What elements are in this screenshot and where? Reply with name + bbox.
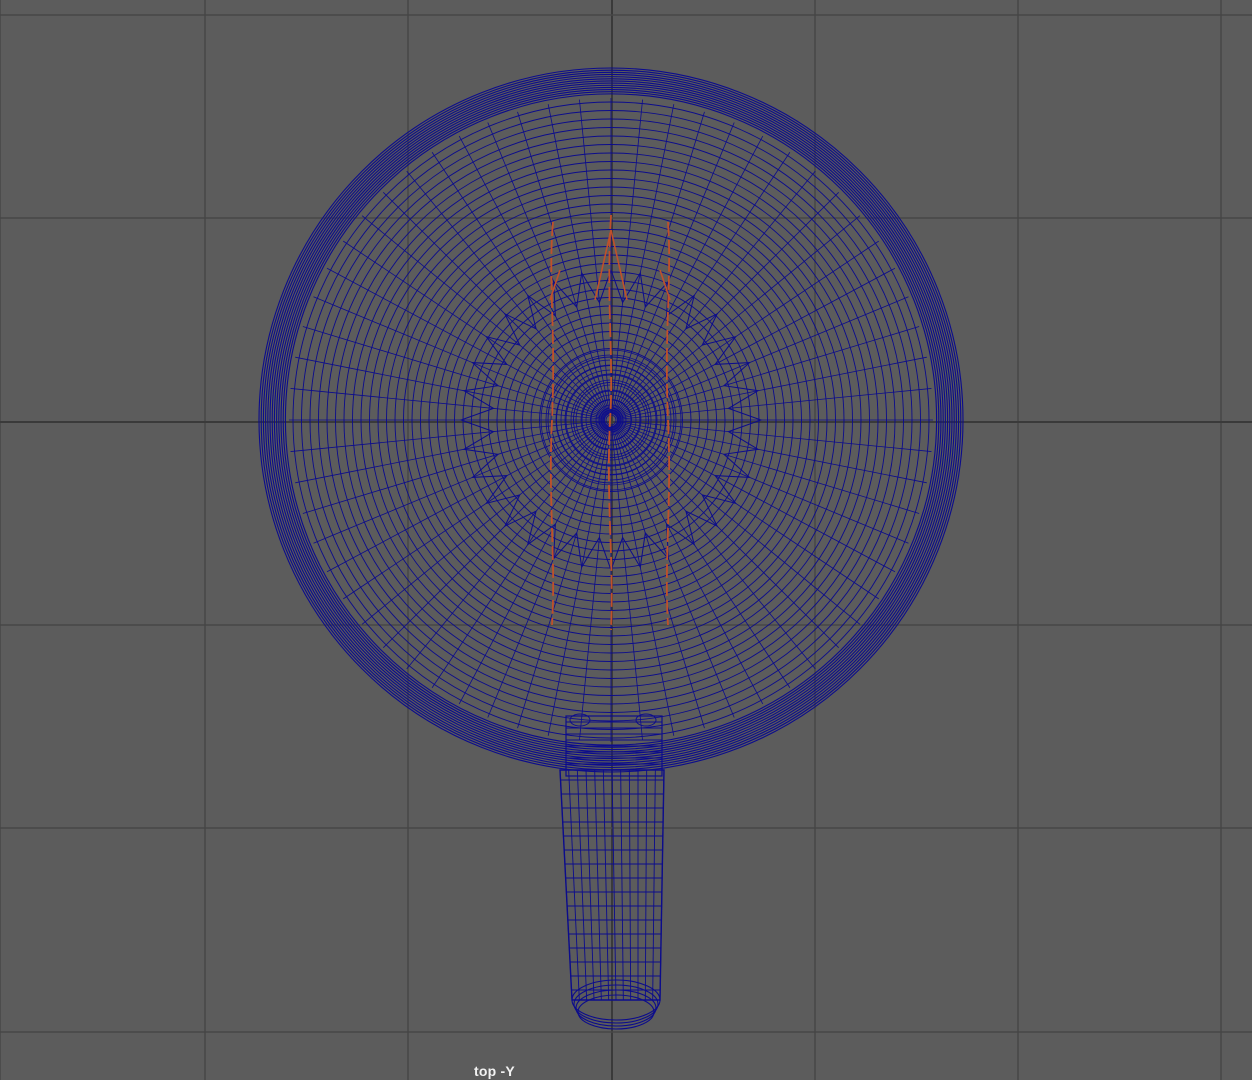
body-spoke: [613, 135, 764, 415]
body-spoke: [611, 104, 675, 415]
body-spoke: [326, 422, 606, 573]
body-spoke: [326, 267, 606, 418]
viewport-canvas[interactable]: [0, 0, 1252, 1080]
body-spoke: [383, 192, 608, 417]
top-viewport[interactable]: top -Y: [0, 0, 1252, 1080]
body-spoke: [458, 135, 609, 415]
body-spoke: [458, 425, 609, 705]
body-spoke: [614, 192, 839, 417]
body-spoke: [616, 356, 927, 420]
handle-vline: [620, 769, 624, 1001]
handle-vline: [628, 769, 632, 1001]
handle-vline: [652, 769, 656, 1001]
handle-vline: [594, 769, 602, 1001]
body-spoke: [295, 356, 606, 420]
handle-vline: [585, 769, 595, 1001]
body-spoke: [613, 425, 764, 705]
body-spoke: [614, 423, 839, 648]
handle-vline: [659, 769, 665, 1001]
body-spoke: [616, 267, 896, 418]
body-spoke: [383, 423, 608, 648]
body-spoke: [547, 425, 611, 736]
body-spoke: [547, 104, 611, 415]
handle-vline: [644, 769, 648, 1001]
handle-vline: [576, 769, 588, 1001]
body-spoke: [611, 425, 675, 736]
handle-vline: [602, 769, 610, 1001]
camera-label: top -Y: [474, 1063, 515, 1079]
body-spoke: [616, 420, 927, 484]
body-spoke: [295, 420, 606, 484]
body-spoke: [616, 422, 896, 573]
